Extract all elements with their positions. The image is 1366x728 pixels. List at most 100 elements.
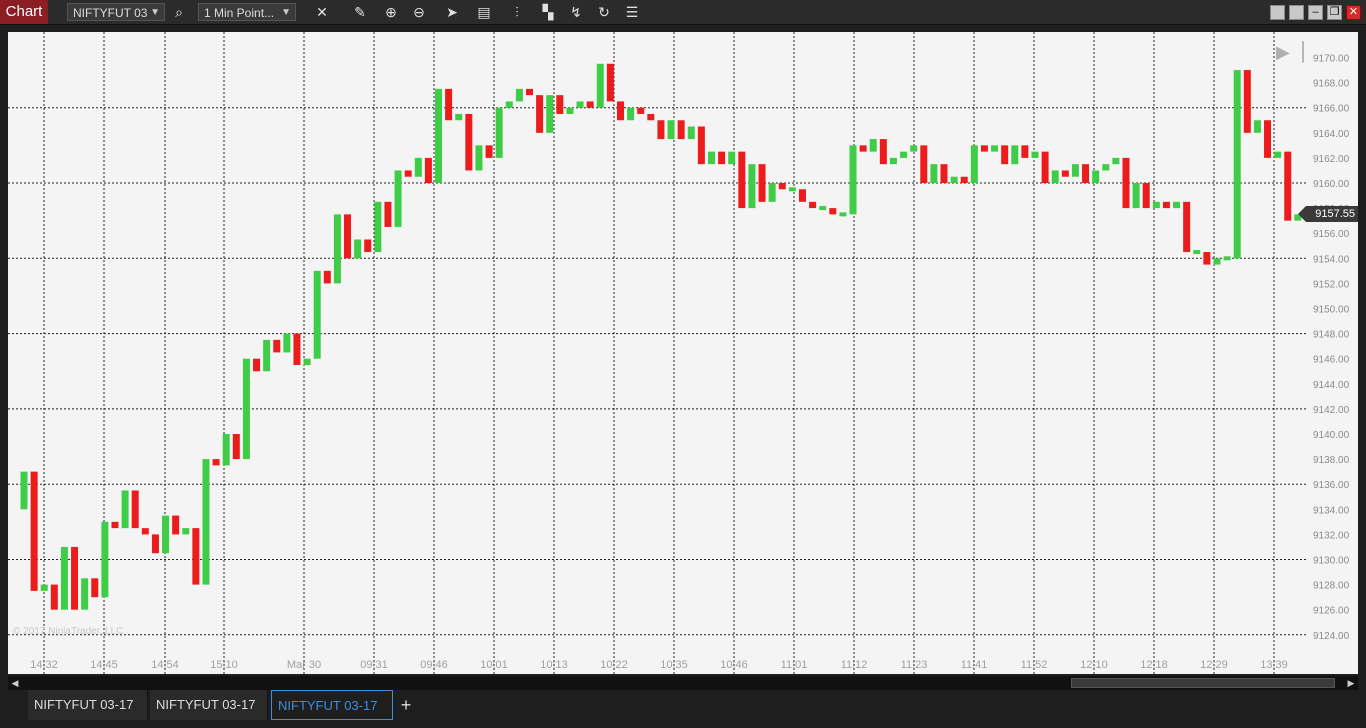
down-candle (798, 189, 806, 202)
down-candle (677, 120, 685, 140)
up-candle (515, 88, 523, 102)
down-candle (980, 145, 988, 152)
down-candle (50, 584, 58, 610)
up-candle (81, 578, 89, 610)
x-tick-label: 14:32 (30, 659, 58, 671)
up-candle (1112, 157, 1120, 165)
down-candle (920, 145, 928, 183)
scroll-left-icon[interactable]: ◀ (8, 676, 22, 690)
up-candle (374, 201, 382, 253)
x-tick-label: 11:01 (781, 659, 808, 671)
up-candle (849, 145, 857, 215)
x-tick-label: 10:46 (720, 659, 748, 671)
up-candle (576, 101, 584, 108)
y-tick-label: 9162.00 (1313, 154, 1350, 165)
down-candle (637, 107, 645, 114)
up-candle (101, 521, 109, 598)
up-candle (1213, 258, 1221, 265)
x-tick-label: 14:45 (90, 659, 118, 671)
x-tick-label: 11:41 (961, 659, 988, 671)
up-candle (1132, 183, 1140, 209)
horizontal-scrollbar[interactable]: ◀ ▶ (8, 676, 1358, 690)
up-candle (788, 187, 796, 192)
up-candle (1031, 151, 1039, 158)
up-candle (889, 157, 897, 165)
up-candle (455, 113, 463, 121)
down-candle (526, 88, 533, 96)
up-candle (546, 95, 554, 133)
x-tick-label: 10:13 (540, 659, 568, 671)
up-candle (354, 239, 362, 259)
down-candle (606, 63, 614, 102)
down-candle (172, 515, 180, 535)
down-candle (1264, 120, 1272, 158)
x-tick-label: 12:29 (1200, 659, 1228, 671)
down-candle (697, 126, 705, 165)
up-candle (991, 145, 999, 152)
up-candle (394, 170, 402, 227)
y-tick-label: 9128.00 (1313, 581, 1350, 592)
add-tab-icon[interactable]: + (396, 690, 416, 720)
down-candle (1001, 145, 1009, 165)
down-candle (616, 101, 624, 121)
down-candle (71, 546, 79, 610)
up-candle (728, 151, 736, 165)
down-candle (657, 120, 665, 140)
down-candle (424, 157, 432, 183)
down-candle (253, 358, 261, 372)
down-candle (778, 183, 786, 190)
up-candle (566, 107, 574, 114)
up-candle (283, 333, 291, 353)
scroll-thumb[interactable] (1071, 678, 1335, 688)
up-candle (1173, 201, 1181, 209)
down-candle (960, 176, 968, 183)
up-candle (1102, 164, 1110, 171)
up-candle (202, 459, 210, 585)
down-candle (404, 170, 412, 177)
up-candle (303, 358, 311, 365)
y-tick-label: 9142.00 (1313, 405, 1350, 416)
up-candle (1011, 145, 1019, 165)
down-candle (1041, 151, 1049, 183)
down-candle (718, 151, 726, 165)
y-tick-label: 9138.00 (1313, 455, 1350, 466)
up-candle (596, 63, 604, 108)
down-candle (192, 528, 200, 585)
up-candle (768, 183, 776, 202)
up-candle (1051, 170, 1059, 183)
down-candle (1142, 183, 1150, 209)
down-candle (30, 471, 38, 591)
up-candle (707, 151, 715, 165)
y-tick-label: 9170.00 (1313, 54, 1350, 65)
up-candle (333, 214, 341, 284)
up-candle (505, 101, 513, 108)
tab-niftyfut-1[interactable]: NIFTYFUT 03-17 (28, 690, 148, 720)
up-candle (748, 164, 756, 209)
up-candle (495, 107, 503, 158)
y-tick-label: 9132.00 (1313, 530, 1350, 541)
tab-bar: NIFTYFUT 03-17 NIFTYFUT 03-17 NIFTYFUT 0… (0, 690, 1366, 728)
tab-niftyfut-3-active[interactable]: NIFTYFUT 03-17 (271, 690, 393, 720)
y-tick-label: 9136.00 (1313, 480, 1350, 491)
current-price-marker: 9157.55 (1298, 205, 1358, 222)
x-tick-label: 11:52 (1021, 659, 1048, 671)
x-tick-label: 10:35 (660, 659, 688, 671)
up-candle (242, 358, 250, 460)
down-candle (212, 459, 220, 466)
x-tick-label: 11:12 (841, 659, 868, 671)
up-candle (627, 107, 635, 121)
down-candle (859, 145, 867, 152)
tab-niftyfut-2[interactable]: NIFTYFUT 03-17 (150, 690, 268, 720)
up-candle (475, 145, 483, 171)
down-candle (273, 339, 281, 353)
scroll-to-end-icon[interactable]: ▶▕ (1276, 42, 1304, 63)
down-candle (1183, 201, 1191, 253)
scroll-right-icon[interactable]: ▶ (1344, 676, 1358, 690)
down-candle (323, 270, 331, 284)
down-candle (344, 214, 352, 259)
up-candle (40, 584, 48, 591)
down-candle (384, 201, 392, 227)
down-candle (1243, 70, 1251, 133)
up-candle (435, 88, 443, 183)
down-candle (738, 151, 746, 209)
